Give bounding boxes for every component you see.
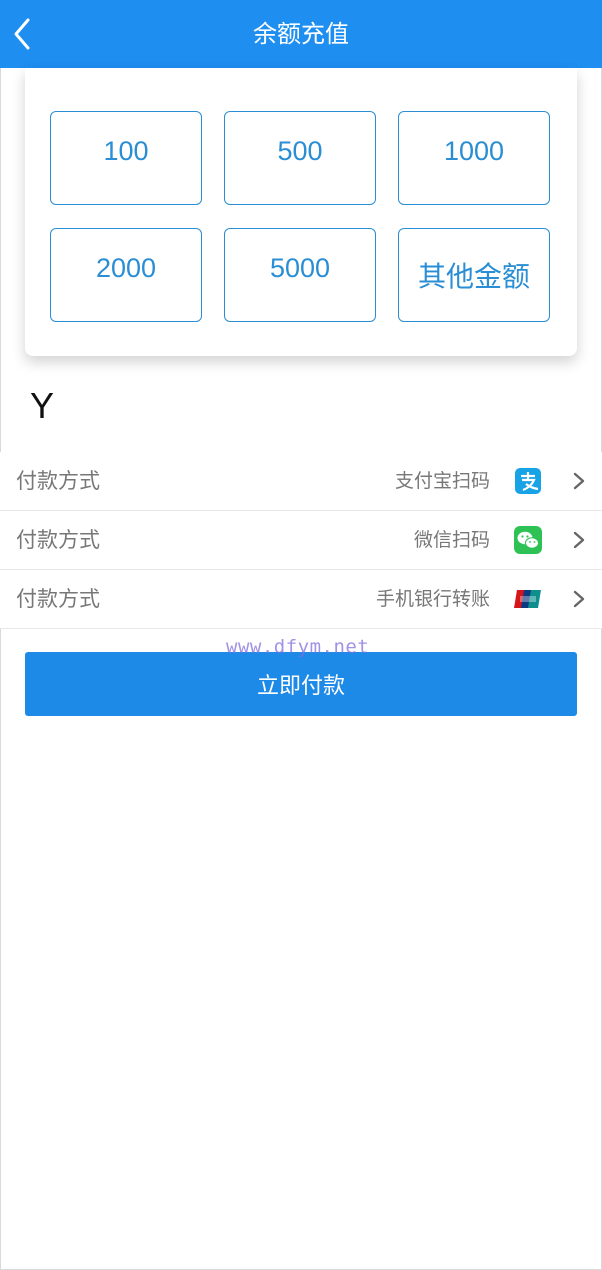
wechat-icon	[514, 526, 542, 554]
amount-option-500[interactable]: 500	[224, 111, 376, 205]
amount-option-5000[interactable]: 5000	[224, 228, 376, 322]
payment-row-alipay[interactable]: 付款方式 支付宝扫码	[0, 452, 602, 511]
payment-row-label: 付款方式	[16, 469, 100, 493]
alipay-icon	[515, 468, 541, 494]
payment-row-bank[interactable]: 付款方式 手机银行转账	[0, 570, 602, 629]
amount-option-1000[interactable]: 1000	[398, 111, 550, 205]
amount-option-2000[interactable]: 2000	[50, 228, 202, 322]
pay-now-button[interactable]: 立即付款	[25, 652, 577, 716]
payment-row-wechat[interactable]: 付款方式 微信扫码	[0, 511, 602, 570]
amount-option-other[interactable]: 其他金额	[398, 228, 550, 322]
payment-method-name: 手机银行转账	[375, 588, 490, 610]
payment-row-label: 付款方式	[16, 587, 100, 611]
page-title: 余额充值	[253, 20, 349, 48]
chevron-right-icon	[573, 590, 585, 608]
unionpay-icon	[514, 590, 541, 608]
chevron-right-icon	[573, 531, 585, 549]
chevron-right-icon	[573, 472, 585, 490]
currency-symbol: Y	[30, 385, 55, 426]
payment-method-name: 支付宝扫码	[394, 470, 490, 492]
app-header: 余额充值	[0, 0, 602, 68]
amount-card: 100 500 1000 2000 5000 其他金额	[25, 68, 577, 356]
amount-option-100[interactable]: 100	[50, 111, 202, 205]
payment-method-name: 微信扫码	[413, 529, 490, 551]
payment-row-label: 付款方式	[16, 528, 100, 552]
